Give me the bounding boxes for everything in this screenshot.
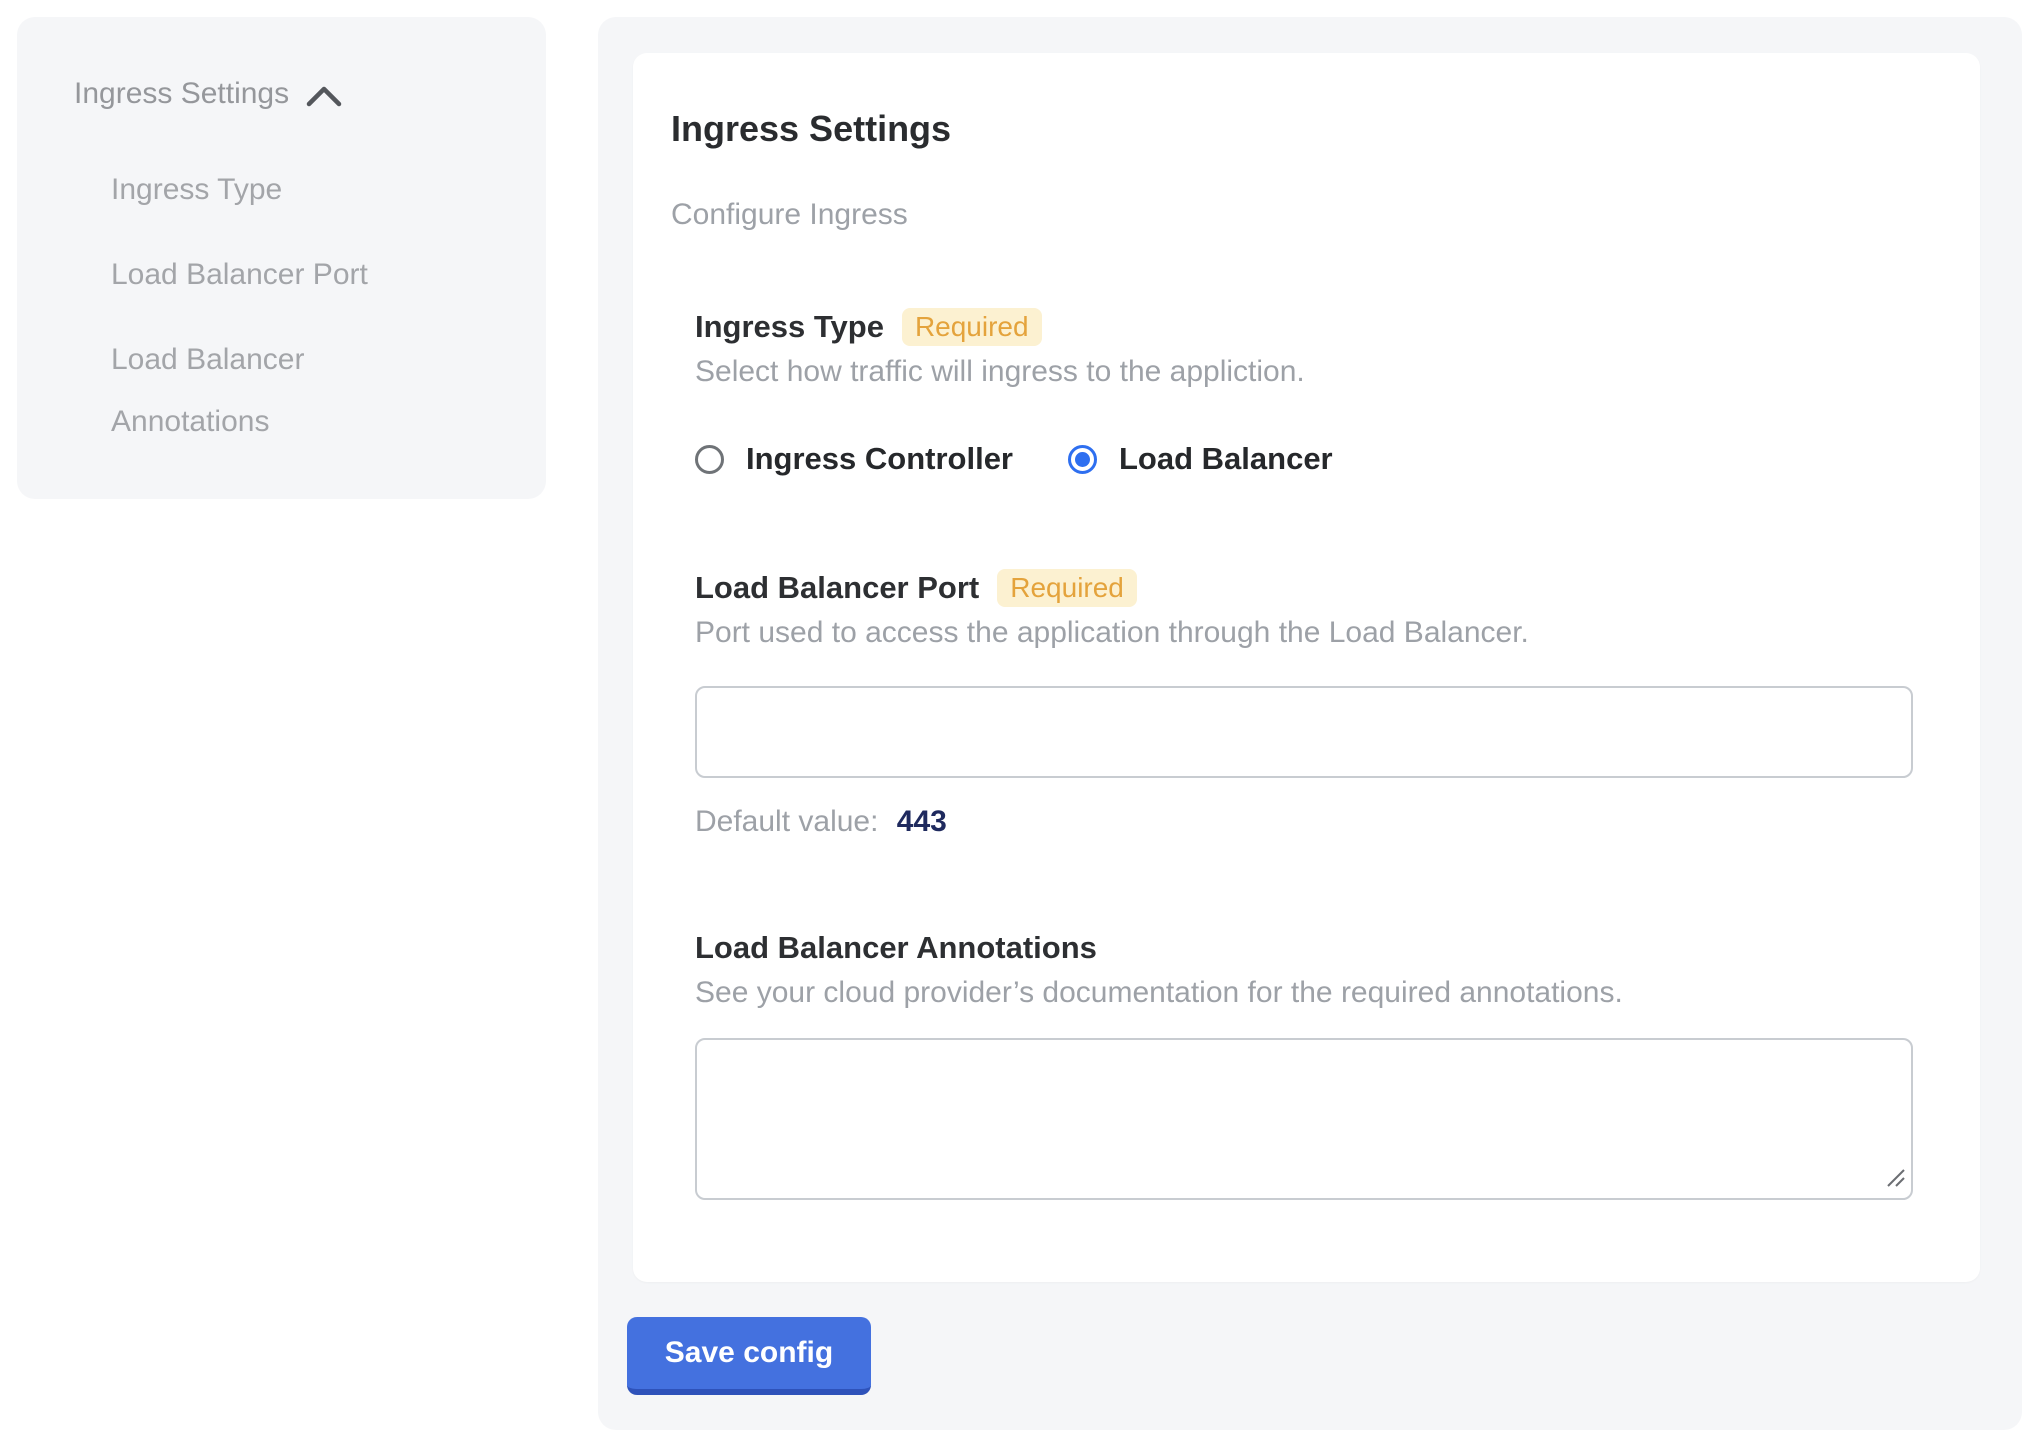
ingress-type-heading: Ingress Type (695, 308, 884, 346)
required-badge: Required (902, 308, 1042, 346)
save-config-button[interactable]: Save config (627, 1317, 871, 1395)
page-subtitle: Configure Ingress (671, 197, 1940, 232)
section-load-balancer-annotations: Load Balancer Annotations See your cloud… (695, 929, 1940, 1200)
settings-sidebar: Ingress Settings Ingress Type Load Balan… (17, 17, 546, 499)
sidebar-item-ingress-type[interactable]: Ingress Type (111, 159, 441, 221)
ingress-settings-panel: Ingress Settings Configure Ingress Ingre… (598, 17, 2022, 1430)
load-balancer-port-description: Port used to access the application thro… (695, 615, 1940, 650)
chevron-up-icon (305, 80, 343, 109)
sidebar-item-load-balancer-annotations[interactable]: Load Balancer Annotations (111, 329, 441, 453)
section-load-balancer-port: Load Balancer Port Required Port used to… (695, 569, 1940, 839)
load-balancer-annotations-description: See your cloud provider’s documentation … (695, 975, 1940, 1010)
load-balancer-annotations-textarea[interactable] (695, 1038, 1913, 1200)
sidebar-item-list: Ingress Type Load Balancer Port Load Bal… (111, 159, 516, 453)
radio-option-ingress-controller[interactable]: Ingress Controller (695, 441, 1013, 477)
load-balancer-port-input[interactable] (695, 686, 1913, 778)
load-balancer-port-heading: Load Balancer Port (695, 569, 979, 607)
radio-unselected-icon (695, 445, 724, 474)
ingress-type-description: Select how traffic will ingress to the a… (695, 354, 1940, 389)
form-sections: Ingress Type Required Select how traffic… (695, 308, 1940, 1200)
sidebar-item-load-balancer-port[interactable]: Load Balancer Port (111, 244, 441, 306)
load-balancer-annotations-heading: Load Balancer Annotations (695, 929, 1097, 967)
sidebar-section-label: Ingress Settings (74, 75, 289, 113)
default-value-label: Default value: (695, 805, 878, 838)
radio-option-load-balancer[interactable]: Load Balancer (1068, 441, 1333, 477)
section-ingress-type: Ingress Type Required Select how traffic… (695, 308, 1940, 477)
default-value-line: Default value: 443 (695, 804, 1940, 839)
ingress-settings-card: Ingress Settings Configure Ingress Ingre… (633, 53, 1980, 1282)
required-badge: Required (997, 569, 1137, 607)
default-value: 443 (897, 805, 947, 838)
resize-handle-icon[interactable] (1885, 1167, 1907, 1194)
sidebar-section-toggle[interactable]: Ingress Settings (74, 75, 516, 113)
radio-selected-icon (1068, 445, 1097, 474)
radio-label-load-balancer: Load Balancer (1119, 441, 1333, 477)
radio-label-ingress-controller: Ingress Controller (746, 441, 1013, 477)
ingress-type-radio-group: Ingress Controller Load Balancer (695, 441, 1940, 477)
page-title: Ingress Settings (671, 108, 1940, 149)
